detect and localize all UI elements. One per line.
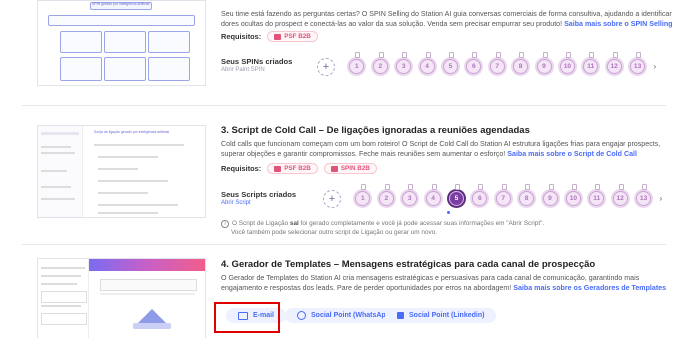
- open-script-link[interactable]: Abrir Script: [221, 200, 251, 206]
- spin-item[interactable]: 12: [604, 52, 624, 76]
- info-icon: i: [221, 220, 229, 228]
- requirement-tag[interactable]: SPIN B2B: [323, 163, 377, 174]
- spins-created-title: Seus SPINs criados: [221, 57, 293, 66]
- script-item[interactable]: 9: [540, 184, 560, 208]
- script-item[interactable]: 2: [376, 184, 396, 208]
- add-script-plus-icon[interactable]: +: [323, 189, 341, 208]
- templates-thumbnail-header: [89, 259, 205, 271]
- script-item[interactable]: 7: [493, 184, 513, 208]
- script-thumbnail-title: Script de ligação gerado por inteligênci…: [94, 130, 170, 134]
- cold-call-learn-more-link[interactable]: Saiba mais sobre o Script de Cold Call: [507, 150, 637, 158]
- spin-item[interactable]: 8: [511, 52, 531, 76]
- script-item[interactable]: 4: [423, 184, 443, 208]
- requirements-label: Requisitos:: [221, 32, 262, 41]
- templates-learn-more-link[interactable]: Saiba mais sobre os Geradores de Templat…: [513, 284, 666, 292]
- open-paint-spin-link[interactable]: Abrir Paint SPIN: [221, 67, 265, 73]
- spin-item[interactable]: 9: [534, 52, 554, 76]
- script-item[interactable]: 13: [634, 184, 654, 208]
- email-highlight-box: [214, 302, 280, 333]
- spin-requirements: Requisitos: PSF B2B: [221, 31, 318, 42]
- script-item[interactable]: 8: [517, 184, 537, 208]
- templates-thumbnail[interactable]: [37, 258, 206, 338]
- spin-learn-more-link[interactable]: Saiba mais sobre o SPIN Selling: [564, 20, 672, 28]
- linkedin-button-label: Social Point (Linkedin): [409, 312, 485, 319]
- page: SPIN gerado por inteligência artificial …: [0, 0, 688, 338]
- tag-icon: [330, 165, 338, 172]
- cold-call-description-line-2: superar objeções e garantir compromissos…: [221, 150, 637, 158]
- spin-item[interactable]: 13: [628, 52, 648, 76]
- templates-heading: 4. Gerador de Templates – Mensagens estr…: [221, 259, 596, 270]
- active-indicator-dot: [447, 211, 450, 214]
- spin-thumbnail[interactable]: SPIN gerado por inteligência artificial: [37, 0, 206, 86]
- spin-item[interactable]: 7: [487, 52, 507, 76]
- scroll-right-arrow-icon[interactable]: ›: [659, 194, 662, 203]
- linkedin-button[interactable]: Social Point (Linkedin): [385, 308, 497, 323]
- scripts-created-title: Seus Scripts criados: [221, 190, 297, 199]
- scroll-right-arrow-icon[interactable]: ›: [653, 62, 656, 71]
- script-item[interactable]: 6: [470, 184, 490, 208]
- script-item[interactable]: 11: [587, 184, 607, 208]
- templates-description-line-2: engajamento e respostas dos leads. Pare …: [221, 284, 667, 292]
- spin-item[interactable]: 5: [440, 52, 460, 76]
- requirement-tag[interactable]: PSF B2B: [267, 31, 318, 42]
- tag-icon: [274, 165, 282, 172]
- script-number-list: + 1 2 3 4 5 6 7 8 9 10 11 12 13 ›: [323, 184, 662, 208]
- divider: [22, 244, 666, 245]
- script-generated-note: iO Script de Ligação sal foi gerado comp…: [221, 219, 544, 228]
- script-item-active[interactable]: 5: [446, 184, 466, 208]
- spin-item[interactable]: 2: [370, 52, 390, 76]
- add-spin-plus-icon[interactable]: +: [317, 57, 335, 76]
- spin-item[interactable]: 3: [394, 52, 414, 76]
- spin-item[interactable]: 1: [347, 52, 367, 76]
- requirements-label: Requisitos:: [221, 164, 262, 173]
- whatsapp-button-label: Social Point (WhatsApp): [311, 312, 393, 319]
- script-thumbnail[interactable]: Script de ligação gerado por inteligênci…: [37, 125, 206, 218]
- spin-description-line-2: dores ocultas do prospect e conectá-las …: [221, 20, 673, 28]
- spin-item[interactable]: 4: [417, 52, 437, 76]
- spin-item[interactable]: 6: [464, 52, 484, 76]
- linkedin-icon: [397, 312, 404, 319]
- spin-item[interactable]: 10: [557, 52, 577, 76]
- spin-item[interactable]: 11: [581, 52, 601, 76]
- script-generated-note-line-2: Você também pode selecionar outro script…: [231, 229, 438, 236]
- tag-icon: [274, 33, 282, 40]
- spin-thumbnail-title: SPIN gerado por inteligência artificial: [92, 2, 150, 6]
- divider: [22, 105, 666, 106]
- cold-call-requirements: Requisitos: PSF B2B SPIN B2B: [221, 163, 377, 174]
- script-item[interactable]: 10: [563, 184, 583, 208]
- script-item[interactable]: 1: [353, 184, 373, 208]
- script-item[interactable]: 12: [610, 184, 630, 208]
- spin-number-list: + 1 2 3 4 5 6 7 8 9 10 11 12 13 ›: [317, 52, 656, 76]
- requirement-tag[interactable]: PSF B2B: [267, 163, 318, 174]
- script-item[interactable]: 3: [400, 184, 420, 208]
- whatsapp-icon: [297, 311, 306, 320]
- cold-call-heading: 3. Script de Cold Call – De ligações ign…: [221, 125, 530, 136]
